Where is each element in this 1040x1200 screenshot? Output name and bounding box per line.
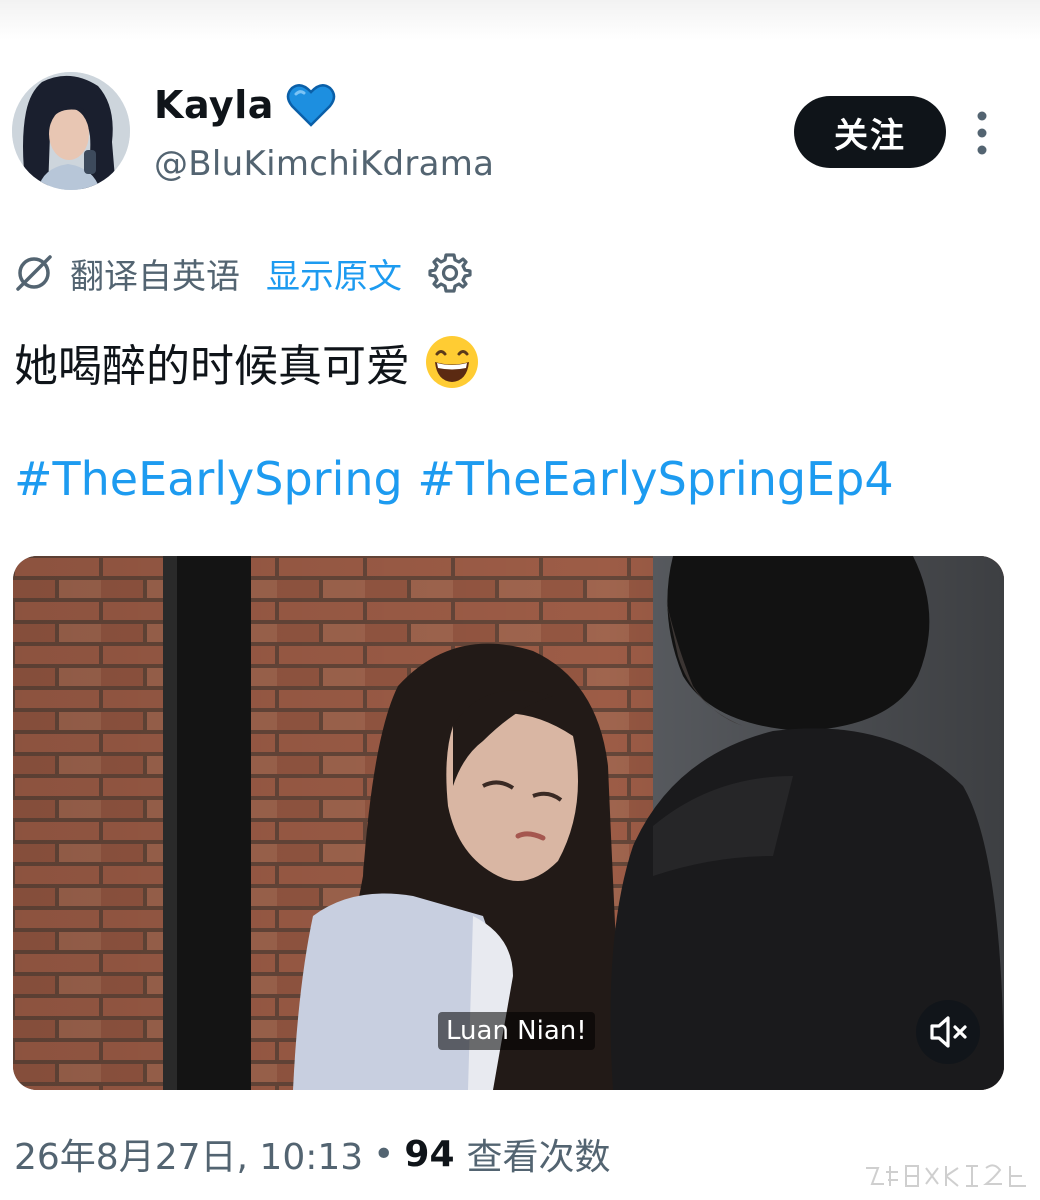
top-fade — [0, 0, 1040, 40]
speaker-muted-icon — [930, 1016, 967, 1048]
video-player[interactable]: Luan Nian! — [13, 556, 1004, 1090]
avatar[interactable] — [12, 72, 130, 190]
display-name-row: Kayla — [154, 80, 336, 130]
video-subtitle: Luan Nian! — [438, 1012, 595, 1050]
grinning-face-emoji-icon — [426, 336, 478, 388]
display-name[interactable]: Kayla — [154, 83, 274, 127]
meta-separator: • — [373, 1133, 395, 1175]
mute-button[interactable] — [916, 1000, 980, 1064]
hashtags: #TheEarlySpring #TheEarlySpringEp4 — [14, 452, 894, 506]
view-count: 94 — [404, 1133, 455, 1175]
tweet-text: 她喝醉的时候真可爱 — [14, 330, 480, 394]
tweet-meta: 26年8月27日, 10:13 • 94 查看次数 — [14, 1128, 611, 1180]
video-frame — [13, 556, 1004, 1090]
blue-heart-icon — [286, 84, 336, 127]
hashtag-link[interactable]: #TheEarlySpringEp4 — [417, 452, 893, 506]
watermark-graphic — [866, 1164, 1026, 1187]
hashtag-link[interactable]: #TheEarlySpring — [14, 452, 403, 506]
translate-icon — [16, 255, 52, 291]
tweet-text-content: 她喝醉的时候真可爱 — [14, 341, 410, 392]
translation-label: 翻译自英语 — [70, 256, 240, 297]
tweet-page: Kayla @BluKimchiKdrama 关注 翻译自英语 显示原文 她喝醉… — [0, 0, 1040, 1200]
view-count-label: 查看次数 — [466, 1137, 611, 1178]
follow-button[interactable]: 关注 — [794, 96, 946, 168]
timestamp[interactable]: 26年8月27日, 10:13 — [14, 1128, 363, 1180]
gear-icon[interactable] — [428, 251, 472, 295]
user-handle[interactable]: @BluKimchiKdrama — [154, 144, 494, 184]
more-vertical-icon[interactable] — [966, 108, 998, 158]
translation-row: 翻译自英语 显示原文 — [14, 248, 472, 298]
show-original-link[interactable]: 显示原文 — [266, 249, 402, 298]
